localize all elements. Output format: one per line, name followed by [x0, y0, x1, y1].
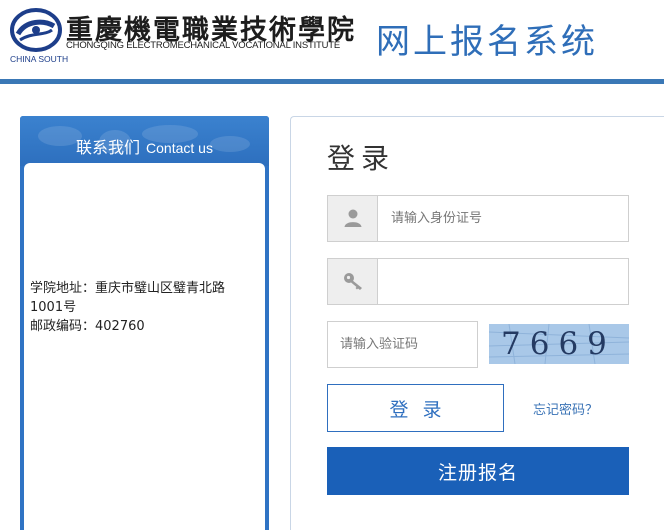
password-input[interactable]	[379, 259, 628, 304]
key-icon	[344, 273, 362, 290]
system-title: 网上报名系统	[376, 22, 598, 62]
id-number-addon	[328, 196, 378, 241]
login-title: 登录	[327, 142, 396, 175]
header-divider	[0, 79, 664, 84]
contact-title-en: Contact us	[146, 140, 213, 156]
id-number-group	[327, 195, 629, 242]
contact-panel-header: 联系我们 Contact us	[20, 116, 269, 166]
contact-body: 学院地址：重庆市璧山区璧青北路 1001号 邮政编码：402760	[24, 163, 265, 530]
captcha-input[interactable]	[327, 321, 478, 368]
contact-panel: 联系我们 Contact us 学院地址：重庆市璧山区璧青北路 1001号 邮政编…	[20, 116, 269, 530]
contact-title: 联系我们 Contact us	[20, 134, 269, 158]
user-icon	[344, 209, 362, 227]
password-addon	[328, 259, 378, 304]
captcha-code: 7669	[501, 326, 616, 362]
login-panel: 登录 请输入身份证号 请输入验证码 7669 登录 忘记密码？ 注册报名	[290, 116, 664, 530]
logo-subtitle: CHINA SOUTH	[10, 54, 69, 64]
contact-title-cn: 联系我们	[76, 138, 141, 157]
forgot-password-link[interactable]: 忘记密码？	[533, 399, 598, 418]
captcha-image[interactable]: 7669	[489, 324, 629, 364]
school-logo-icon	[10, 8, 62, 52]
register-button[interactable]: 注册报名	[327, 447, 629, 495]
address-line-2: 1001号	[30, 300, 77, 315]
login-button[interactable]: 登录	[327, 384, 504, 432]
postcode-text: 邮政编码：402760	[30, 319, 145, 334]
page-header: 重慶機電職業技術學院 CHONGQING ELECTROMECHANICAL V…	[0, 0, 664, 80]
password-group	[327, 258, 629, 305]
school-name-en: CHONGQING ELECTROMECHANICAL VOCATIONAL I…	[66, 40, 341, 51]
id-number-input[interactable]	[379, 196, 628, 241]
address-line-1: 学院地址：重庆市璧山区璧青北路	[30, 281, 226, 296]
